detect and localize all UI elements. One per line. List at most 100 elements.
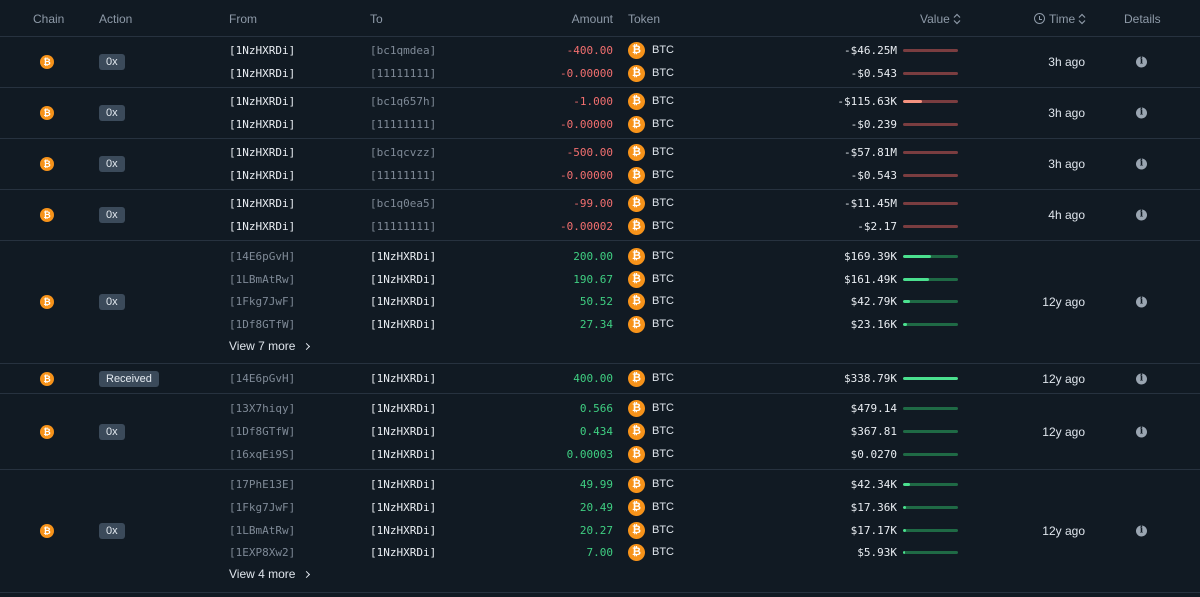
header-time-sort[interactable]: Time (1034, 12, 1086, 26)
from-address-link[interactable]: [17PhE13E] (229, 478, 295, 491)
usd-value: -$57.81M (844, 146, 897, 159)
token-symbol: BTC (652, 448, 674, 460)
from-address-link[interactable]: [14E6pGvH] (229, 372, 295, 385)
amount-value: -400.00 (566, 44, 613, 57)
from-address-link[interactable]: [1NzHXRDi] (229, 197, 295, 210)
header-action: Action (99, 12, 133, 26)
to-address-link[interactable]: [1NzHXRDi] (370, 501, 436, 514)
to-address-link[interactable]: [1NzHXRDi] (370, 318, 436, 331)
usd-value: $0.0270 (850, 448, 897, 461)
value-bar (903, 506, 958, 509)
transfer-row: [1NzHXRDi] [bc1qmdea] -400.00 ₿ BTC -$46.25M (0, 40, 1200, 62)
from-address-link[interactable]: [1LBmAtRw] (229, 273, 295, 286)
view-more-label: View 4 more (229, 567, 296, 581)
amount-value: 27.34 (579, 318, 613, 331)
bitcoin-token-icon: ₿ (628, 218, 645, 235)
value-bar (903, 483, 958, 486)
to-address-link[interactable]: [1NzHXRDi] (370, 425, 436, 438)
transfer-row: [1NzHXRDi] [11111111] -0.00002 ₿ BTC -$2.17 (0, 216, 1200, 238)
token-symbol: BTC (652, 524, 674, 536)
bitcoin-token-icon: ₿ (628, 400, 645, 417)
to-address-link[interactable]: [11111111] (370, 220, 436, 233)
bitcoin-token-icon: ₿ (628, 271, 645, 288)
value-bar (903, 123, 958, 126)
from-address-link[interactable]: [1LBmAtRw] (229, 524, 295, 537)
token-symbol: BTC (652, 501, 674, 513)
from-address-link[interactable]: [1EXP8Xw2] (229, 546, 295, 559)
amount-value: -1.000 (573, 95, 613, 108)
view-more-link[interactable]: View 7 more (229, 339, 311, 353)
to-address-link[interactable]: [1NzHXRDi] (370, 273, 436, 286)
to-address-link[interactable]: [1NzHXRDi] (370, 546, 436, 559)
transfer-row: [1Df8GTfW] [1NzHXRDi] 0.434 ₿ BTC $367.81 (0, 421, 1200, 443)
from-address-link[interactable]: [16xqEi9S] (229, 448, 295, 461)
to-address-link[interactable]: [1NzHXRDi] (370, 402, 436, 415)
to-address-link[interactable]: [11111111] (370, 169, 436, 182)
transfer-row: [1NzHXRDi] [bc1q657h] -1.000 ₿ BTC -$115.63K (0, 91, 1200, 113)
view-more-link[interactable]: View 4 more (229, 567, 311, 581)
value-bar-fill (903, 483, 910, 486)
header-value-sort[interactable]: Value (920, 12, 961, 26)
header-value: Value (920, 12, 950, 26)
to-address-link[interactable]: [1NzHXRDi] (370, 295, 436, 308)
from-address-link[interactable]: [1NzHXRDi] (229, 220, 295, 233)
usd-value: -$0.543 (850, 169, 897, 182)
to-address-link[interactable]: [bc1qcvzz] (370, 146, 436, 159)
amount-value: 0.434 (579, 425, 613, 438)
from-address-link[interactable]: [13X7hiqy] (229, 402, 295, 415)
to-address-link[interactable]: [bc1q0ea5] (370, 197, 436, 210)
to-address-link[interactable]: [bc1q657h] (370, 95, 436, 108)
to-address-link[interactable]: [1NzHXRDi] (370, 524, 436, 537)
from-address-link[interactable]: [1NzHXRDi] (229, 67, 295, 80)
usd-value: $367.81 (850, 425, 897, 438)
from-address-link[interactable]: [1NzHXRDi] (229, 146, 295, 159)
amount-value: 400.00 (573, 372, 613, 385)
token-symbol: BTC (652, 295, 674, 307)
usd-value: $169.39K (844, 250, 897, 263)
token-symbol: BTC (652, 372, 674, 384)
usd-value: -$2.17 (857, 220, 897, 233)
header-token: Token (628, 12, 661, 26)
value-bar (903, 430, 958, 433)
to-address-link[interactable]: [11111111] (370, 67, 436, 80)
from-address-link[interactable]: [1Fkg7JwF] (229, 501, 295, 514)
to-address-link[interactable]: [1NzHXRDi] (370, 448, 436, 461)
from-address-link[interactable]: [1NzHXRDi] (229, 44, 295, 57)
usd-value: $161.49K (844, 273, 897, 286)
token-symbol: BTC (652, 44, 674, 56)
from-address-link[interactable]: [1Df8GTfW] (229, 425, 295, 438)
token-symbol: BTC (652, 546, 674, 558)
value-bar (903, 151, 958, 154)
table-header: Chain Action From To Amount Token Value … (0, 0, 1200, 37)
value-bar-fill (903, 529, 906, 532)
value-bar (903, 225, 958, 228)
usd-value: $23.16K (850, 318, 897, 331)
token-symbol: BTC (652, 273, 674, 285)
value-bar (903, 300, 958, 303)
from-address-link[interactable]: [1Df8GTfW] (229, 318, 295, 331)
usd-value: $5.93K (857, 546, 897, 559)
bitcoin-token-icon: ₿ (628, 144, 645, 161)
transfer-row: [1Fkg7JwF] [1NzHXRDi] 50.52 ₿ BTC $42.79K (0, 291, 1200, 313)
from-address-link[interactable]: [1NzHXRDi] (229, 118, 295, 131)
to-address-link[interactable]: [1NzHXRDi] (370, 478, 436, 491)
value-bar (903, 174, 958, 177)
header-amount: Amount (571, 12, 613, 26)
value-bar (903, 377, 958, 380)
token-symbol: BTC (652, 95, 674, 107)
token-symbol: BTC (652, 146, 674, 158)
from-address-link[interactable]: [1NzHXRDi] (229, 95, 295, 108)
to-address-link[interactable]: [1NzHXRDi] (370, 250, 436, 263)
value-bar-fill (903, 506, 906, 509)
to-address-link[interactable]: [bc1qmdea] (370, 44, 436, 57)
value-bar (903, 278, 958, 281)
to-address-link[interactable]: [11111111] (370, 118, 436, 131)
value-bar (903, 529, 958, 532)
from-address-link[interactable]: [1NzHXRDi] (229, 169, 295, 182)
usd-value: $17.36K (850, 501, 897, 514)
from-address-link[interactable]: [1Fkg7JwF] (229, 295, 295, 308)
to-address-link[interactable]: [1NzHXRDi] (370, 372, 436, 385)
from-address-link[interactable]: [14E6pGvH] (229, 250, 295, 263)
header-from: From (229, 12, 257, 26)
amount-value: -0.00002 (560, 220, 613, 233)
